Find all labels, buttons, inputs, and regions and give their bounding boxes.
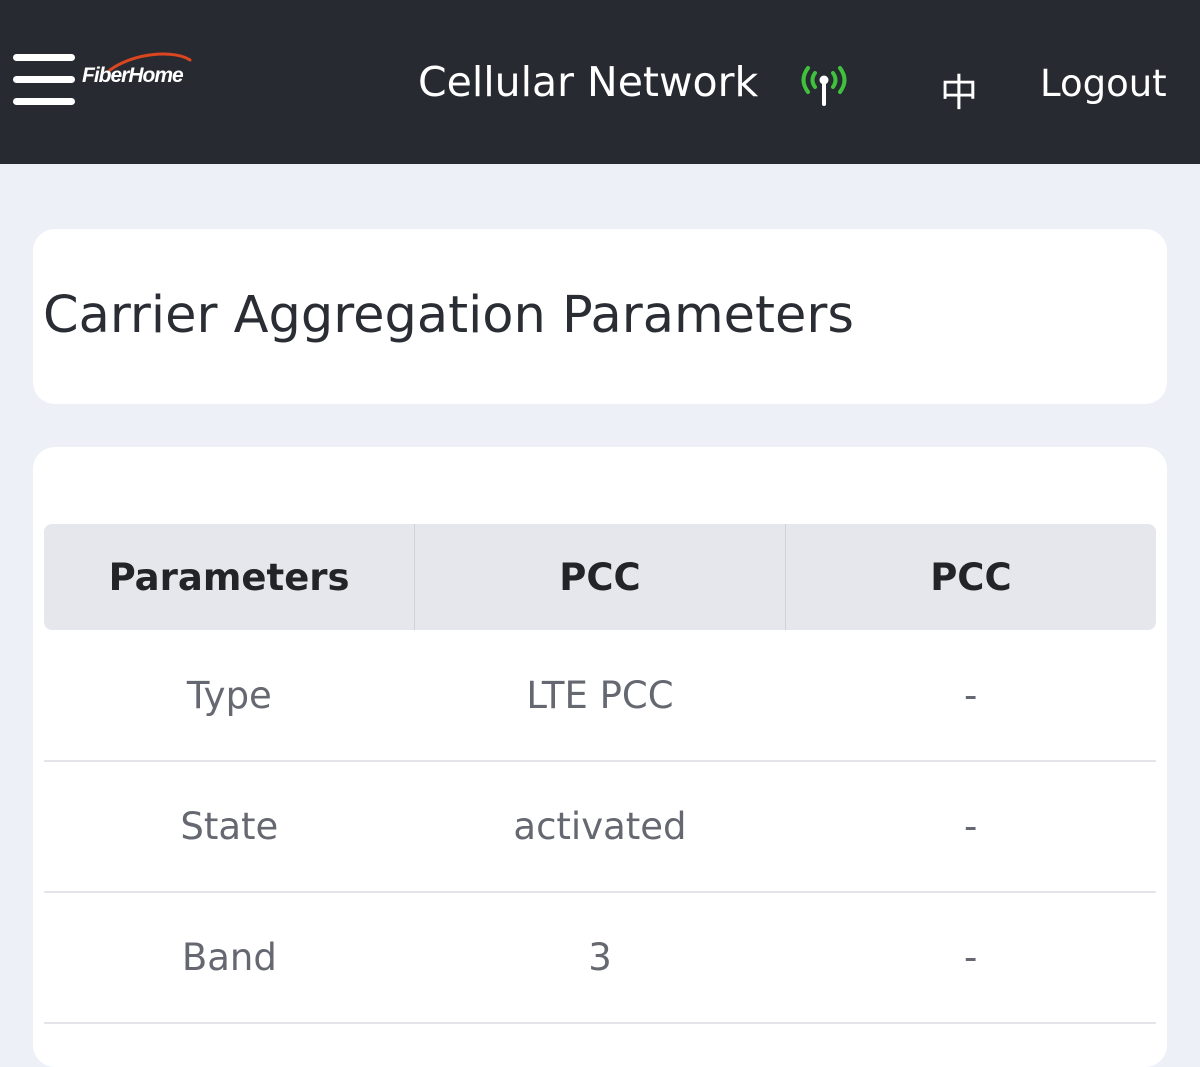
column-header-parameters: Parameters	[44, 524, 416, 630]
cell-parameter-name: Type	[44, 630, 415, 762]
section-heading: Carrier Aggregation Parameters	[43, 286, 854, 345]
section-title-card: Carrier Aggregation Parameters	[33, 229, 1167, 404]
table-row: Type LTE PCC -	[44, 630, 1156, 762]
cell-pcc-value: activated	[414, 761, 786, 893]
column-header-pcc: PCC	[414, 524, 786, 630]
fiberhome-logo: FiberHome	[80, 50, 195, 100]
cell-pcc-value: LTE PCC	[414, 630, 786, 762]
cell-parameter-name: Band	[44, 892, 415, 1024]
column-header-pcc-2: PCC	[785, 524, 1156, 630]
logout-button[interactable]: Logout	[1040, 62, 1167, 105]
signal-antenna-icon	[801, 66, 847, 106]
language-toggle-button[interactable]: 中	[940, 62, 978, 117]
cell-pcc-2-value: -	[785, 892, 1156, 1024]
table-row: State activated -	[44, 761, 1156, 893]
cell-pcc-value: 3	[414, 892, 786, 1024]
logo-text: FiberHome	[82, 64, 184, 87]
cell-pcc-2-value: -	[785, 761, 1156, 893]
table-row: Band 3 -	[44, 892, 1156, 1024]
cell-parameter-name: State	[44, 761, 415, 893]
parameters-table-card: Parameters PCC PCC Type LTE PCC - State …	[33, 447, 1167, 1067]
hamburger-menu-icon[interactable]	[13, 54, 75, 112]
cell-pcc-2-value: -	[785, 630, 1156, 762]
top-bar: FiberHome Cellular Network 中 Logout	[0, 0, 1200, 164]
page-title: Cellular Network	[418, 58, 759, 106]
carrier-aggregation-table: Parameters PCC PCC Type LTE PCC - State …	[44, 524, 1156, 1024]
table-header-row: Parameters PCC PCC	[44, 524, 1156, 630]
